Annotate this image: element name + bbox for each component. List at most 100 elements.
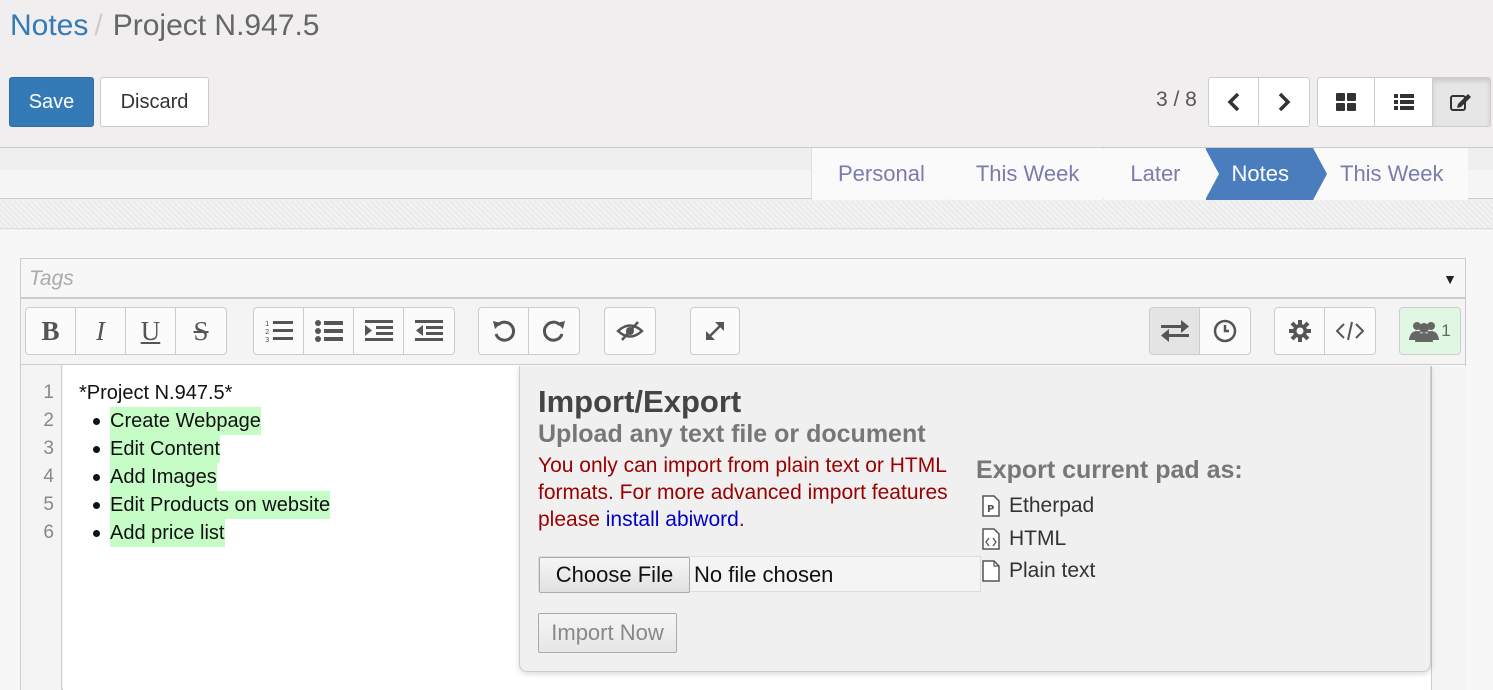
bullet-icon [93, 418, 100, 425]
stage-this-week-2[interactable]: This Week [1313, 148, 1468, 200]
clear-authorship-button[interactable] [605, 308, 655, 354]
list-group: 123 [253, 307, 455, 355]
edit-icon [1450, 94, 1472, 111]
stage-later[interactable]: Later [1103, 148, 1219, 200]
pager-buttons [1208, 77, 1310, 127]
outdent-button[interactable] [404, 308, 454, 354]
history-group [478, 307, 580, 355]
users-count: 1 [1441, 321, 1451, 340]
list-view-button[interactable] [1375, 78, 1433, 126]
export-plain-text-link[interactable]: Plain text [982, 559, 1095, 583]
ordered-list-button[interactable]: 123 [254, 308, 304, 354]
tags-placeholder: Tags [29, 267, 74, 290]
line-number: 5 [43, 494, 54, 515]
underline-button[interactable]: U [126, 308, 176, 354]
import-warning: You only can import from plain text or H… [538, 454, 948, 531]
page-title: Project N.947.5 [112, 9, 320, 42]
outdent-icon [415, 320, 443, 341]
unordered-list-button[interactable] [304, 308, 354, 354]
code-icon [1336, 321, 1364, 341]
choose-file-button[interactable]: Choose File [539, 557, 690, 593]
line-number: 2 [43, 410, 54, 431]
bold-icon: B [41, 315, 60, 346]
transfer-icon [1160, 320, 1189, 342]
discard-button[interactable]: Discard [100, 77, 209, 127]
fullscreen-group [690, 307, 740, 355]
list-item[interactable]: Edit Content [110, 435, 221, 463]
redo-button[interactable] [529, 308, 579, 354]
gear-icon [1288, 320, 1311, 342]
bold-button[interactable]: B [26, 308, 76, 354]
list-item[interactable]: Edit Products on website [110, 491, 331, 519]
redo-icon [542, 320, 565, 342]
import-now-button[interactable]: Import Now [538, 613, 677, 653]
install-abiword-link[interactable]: install abiword [606, 508, 739, 531]
undo-button[interactable] [479, 308, 529, 354]
indent-button[interactable] [354, 308, 404, 354]
list-icon [1393, 94, 1414, 110]
line-number: 3 [43, 438, 54, 459]
stage-this-week[interactable]: This Week [948, 148, 1118, 200]
chevron-left-icon [1227, 92, 1239, 112]
italic-button[interactable]: I [76, 308, 126, 354]
form-view-button[interactable] [1432, 78, 1490, 126]
eye-slash-icon [616, 321, 644, 341]
popup-subtitle: Upload any text file or document [538, 420, 926, 448]
stage-personal[interactable]: Personal [811, 148, 963, 200]
popup-title: Import/Export [538, 384, 742, 419]
bullet-icon [93, 474, 100, 481]
html-file-icon [982, 528, 1000, 550]
stage-notes[interactable]: Notes [1204, 148, 1327, 200]
breadcrumb-notes-link[interactable]: Notes [10, 9, 88, 42]
strikethrough-icon: S [193, 315, 209, 346]
kanban-icon [1336, 93, 1357, 111]
import-history-group [1149, 307, 1251, 355]
list-item[interactable]: Add Images [110, 463, 217, 491]
settings-button[interactable] [1275, 308, 1325, 354]
next-record-button[interactable] [1259, 78, 1309, 126]
save-button[interactable]: Save [9, 77, 94, 127]
svg-text:3: 3 [265, 336, 269, 343]
editor-title-line[interactable]: *Project N.947.5* [79, 379, 232, 407]
list-item[interactable]: Add price list [110, 519, 225, 547]
undo-icon [492, 320, 515, 342]
italic-icon: I [96, 315, 105, 346]
format-group: B I U S [25, 307, 227, 355]
list-item[interactable]: Create Webpage [110, 407, 261, 435]
indent-icon [364, 320, 393, 341]
file-status: No file chosen [694, 562, 834, 587]
tags-field[interactable]: Tags ▼ [20, 258, 1466, 298]
fullscreen-button[interactable] [691, 308, 739, 354]
bullet-icon [93, 530, 100, 537]
line-numbers: 1 2 3 4 5 6 [21, 365, 62, 690]
users-icon [1409, 322, 1440, 342]
timeslider-button[interactable] [1200, 308, 1250, 354]
strikethrough-button[interactable]: S [176, 308, 226, 354]
previous-record-button[interactable] [1209, 78, 1259, 126]
embed-button[interactable] [1325, 308, 1375, 354]
breadcrumb-separator: / [94, 9, 103, 42]
status-bar: Personal This Week Later Notes This Week [0, 147, 1493, 200]
unordered-list-icon [314, 320, 343, 342]
svg-text:P: P [987, 504, 994, 515]
chevron-right-icon [1278, 92, 1291, 112]
line-number: 6 [43, 522, 54, 543]
export-etherpad-link[interactable]: P Etherpad [982, 494, 1094, 518]
settings-group [1274, 307, 1376, 355]
bullet-icon [93, 502, 100, 509]
ordered-list-icon: 123 [265, 320, 293, 343]
svg-text:1: 1 [265, 320, 269, 328]
kanban-view-button[interactable] [1318, 78, 1376, 126]
file-input[interactable]: Choose File No file chosen [538, 556, 981, 593]
dropdown-caret-icon[interactable]: ▼ [1443, 271, 1457, 287]
line-number: 4 [43, 466, 54, 487]
pager-value: 3 / 8 [1156, 88, 1197, 111]
editor-toolbar: B I U S 123 1 [21, 299, 1465, 365]
import-export-button[interactable] [1150, 308, 1200, 354]
users-button[interactable]: 1 [1400, 308, 1460, 354]
users-group: 1 [1399, 307, 1461, 355]
view-switcher [1317, 77, 1491, 127]
sheet-background-pattern [0, 201, 1493, 229]
line-number: 1 [43, 382, 54, 403]
export-html-link[interactable]: HTML [982, 527, 1066, 551]
